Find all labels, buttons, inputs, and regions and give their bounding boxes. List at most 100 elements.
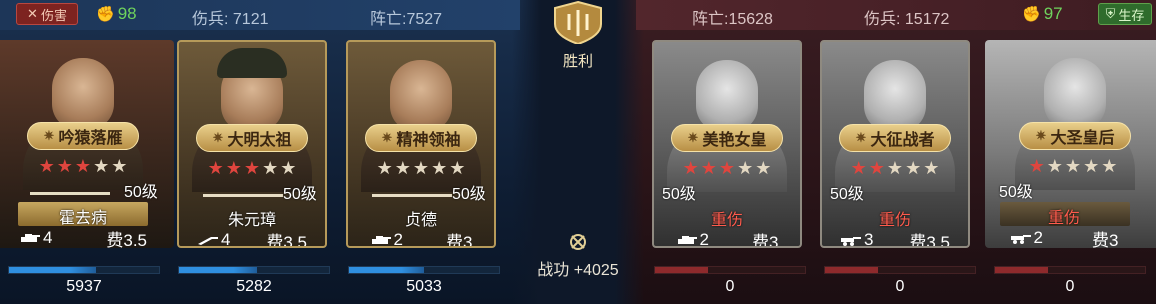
troop-bar [654, 266, 806, 274]
damage-tag[interactable]: ✕ 伤害 [16, 3, 78, 25]
general-title-text: 大圣皇后 [1050, 130, 1115, 147]
star-empty-icon: ★ [93, 156, 110, 176]
general-title: ✷ 大征战者 [839, 124, 951, 152]
star-filled-icon: ★ [38, 156, 55, 176]
star-empty-icon: ★ [1046, 156, 1063, 176]
star-empty-icon: ★ [412, 158, 430, 178]
enemy-morale: ✊ 97 [1022, 4, 1063, 24]
general-name: 贞德 [404, 212, 437, 229]
ally-wounded: 伤兵: 7121 [192, 11, 269, 28]
merit-laurel-icon [570, 234, 586, 250]
tank-icon [371, 236, 391, 244]
general-title: ✷ 大明太祖 [196, 124, 308, 152]
unit-count: 2 [676, 230, 709, 246]
general-level: 50级 [124, 184, 158, 201]
star-filled-icon: ★ [243, 158, 261, 178]
artillery-icon [1010, 235, 1031, 244]
general-name: 朱元璋 [227, 212, 276, 229]
general-portrait [985, 40, 1156, 190]
star-empty-icon: ★ [1064, 156, 1082, 176]
star-empty-icon: ★ [394, 158, 411, 178]
enemy-general-card-1[interactable]: ✷ 美艳女皇 ★ ★ ★ ★ ★ 50级 重伤 2 费3 [652, 40, 802, 248]
star-rating: ★ ★ ★ ★ ★ [677, 158, 777, 179]
merit-gain: 战功 +4025 [537, 262, 619, 279]
star-filled-icon: ★ [868, 158, 885, 178]
star-filled-icon: ★ [74, 156, 92, 176]
general-portrait [654, 42, 800, 192]
general-portrait [822, 42, 968, 192]
ally-general-card-3[interactable]: ✷ 精神领袖 ★ ★ ★ ★ ★ 50级 贞德 2 费3 [346, 40, 496, 248]
ally-status-bar: ✕ 伤害 ✊ 98 伤兵: 7121 阵亡:7527 [0, 0, 520, 30]
level-line [372, 194, 452, 197]
star-filled-icon: ★ [207, 158, 224, 178]
card-footer: 4 费3.5 [179, 230, 325, 248]
shield-check-icon: ⛨ [1105, 6, 1116, 21]
troop-bar [348, 266, 500, 274]
star-filled-icon: ★ [225, 158, 242, 178]
troop-count: 0 [725, 278, 735, 295]
seal-icon: ✷ [212, 130, 224, 145]
card-footer: 3 费3.5 [822, 230, 968, 246]
star-rating: ★ ★ ★ ★ ★ [845, 158, 945, 179]
victory-emblem-icon [554, 0, 602, 44]
enemy-killed: 阵亡:15628 [692, 11, 773, 28]
seal-icon: ✷ [1035, 128, 1047, 143]
general-status: 重伤 [878, 212, 911, 229]
troop-bar-fill [995, 267, 1048, 273]
unit-cost: 费3 [1092, 230, 1119, 249]
unit-cost: 费3 [752, 232, 779, 248]
star-empty-icon: ★ [111, 156, 128, 176]
star-empty-icon: ★ [449, 158, 466, 178]
general-title-text: 大征战者 [870, 132, 935, 149]
star-empty-icon: ★ [431, 158, 448, 178]
star-empty-icon: ★ [755, 158, 772, 178]
troop-bar-fill [9, 267, 96, 273]
general-title-text: 吟猿落雁 [58, 130, 123, 147]
general-title: ✷ 吟猿落雁 [27, 122, 139, 150]
general-portrait [0, 40, 174, 190]
unit-count: 4 [197, 230, 230, 246]
rifle-icon [197, 237, 218, 245]
ally-morale-value: 98 [117, 4, 137, 23]
general-title-text: 大明太祖 [227, 132, 292, 149]
unit-count: 3 [840, 230, 873, 246]
enemy-general-card-2[interactable]: ✷ 大征战者 ★ ★ ★ ★ ★ 50级 重伤 3 费3.5 [820, 40, 970, 248]
ally-morale: ✊ 98 [96, 4, 137, 24]
general-status: 重伤 [1047, 210, 1080, 227]
general-name: 霍去病 [58, 210, 107, 227]
star-rating: ★ ★ ★ ★ ★ [1023, 156, 1123, 177]
damage-tag-label: 伤害 [40, 7, 67, 23]
tank-icon [20, 234, 40, 242]
general-status: 重伤 [710, 212, 743, 229]
seal-icon: ✷ [687, 130, 699, 145]
troop-count: 5033 [406, 278, 442, 295]
crossed-swords-icon: ✕ [27, 6, 38, 21]
card-footer: 2 费3 [985, 228, 1143, 248]
enemy-general-card-3[interactable]: ✷ 大圣皇后 ★ ★ ★ ★ ★ 50级 重伤 2 费3 [985, 40, 1156, 248]
survive-tag[interactable]: ⛨ 生存 [1098, 3, 1152, 25]
star-filled-icon: ★ [850, 158, 867, 178]
general-title: ✷ 精神领袖 [365, 124, 477, 152]
troop-count: 5282 [236, 278, 272, 295]
morale-fist-icon: ✊ [1022, 6, 1041, 23]
seal-icon: ✷ [43, 128, 55, 143]
star-filled-icon: ★ [682, 158, 699, 178]
seal-icon: ✷ [855, 130, 867, 145]
ally-general-card-1[interactable]: ✷ 吟猿落雁 ★ ★ ★ ★ ★ 50级 霍去病 4 费3.5 [0, 40, 174, 248]
general-level: 50级 [830, 186, 864, 203]
level-line [30, 192, 110, 195]
ally-killed: 阵亡:7527 [370, 11, 443, 28]
unit-count: 2 [370, 230, 403, 246]
unit-count: 4 [19, 228, 52, 248]
general-portrait [348, 42, 494, 192]
troop-bar-fill [349, 267, 424, 273]
general-level: 50级 [283, 186, 317, 203]
star-empty-icon: ★ [1101, 156, 1118, 176]
ally-general-card-2[interactable]: ✷ 大明太祖 ★ ★ ★ ★ ★ 50级 朱元璋 4 费3.5 [177, 40, 327, 248]
unit-cost: 费3.5 [266, 232, 308, 248]
troop-count: 0 [1065, 278, 1075, 295]
tank-icon [677, 236, 697, 244]
general-level: 50级 [452, 186, 486, 203]
troop-bar [824, 266, 976, 274]
troop-count: 5937 [66, 278, 102, 295]
